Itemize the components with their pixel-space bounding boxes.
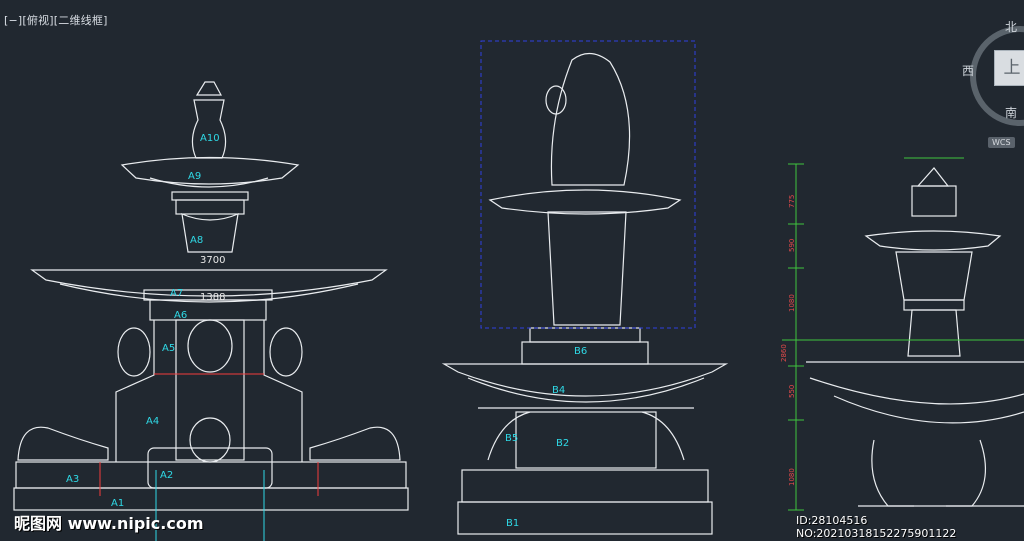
- dimension-3700: 3700: [200, 255, 225, 266]
- label-a6: A6: [174, 310, 187, 321]
- label-a2: A2: [160, 470, 173, 481]
- dimension-590: 590: [788, 239, 796, 252]
- label-a4: A4: [146, 416, 159, 427]
- label-a5: A5: [162, 343, 175, 354]
- dimension-1080-lower: 1080: [788, 468, 796, 486]
- label-b5: B5: [505, 433, 518, 444]
- cad-drawing-canvas[interactable]: A10 A9 A8 A7 A6 A5 A4 A3 A2 A1 3700 1388: [0, 0, 1024, 541]
- watermark-id: ID:28104516 NO:20210318152275901122: [796, 514, 957, 540]
- viewcube-top-face[interactable]: 上: [994, 50, 1024, 86]
- dimension-1080-upper: 1080: [788, 294, 796, 312]
- compass-north[interactable]: 北: [1005, 18, 1017, 35]
- watermark-logo: 昵图网 www.nipic.com: [14, 514, 204, 533]
- label-a8: A8: [190, 235, 203, 246]
- right-fountain-elevation: [806, 167, 1024, 507]
- middle-fountain-elevation: [441, 52, 729, 535]
- compass-west[interactable]: 西: [962, 62, 974, 79]
- dimension-550: 550: [788, 385, 796, 398]
- label-b4: B4: [552, 385, 565, 396]
- label-a10: A10: [200, 133, 220, 144]
- dimension-2860: 2860: [780, 344, 788, 362]
- left-part-labels: A10 A9 A8 A7 A6 A5 A4 A3 A2 A1 3700 1388: [66, 133, 225, 509]
- left-red-guides: [99, 373, 319, 496]
- label-b6: B6: [574, 346, 587, 357]
- wcs-menu-button[interactable]: WCS: [988, 137, 1015, 148]
- dimension-1388: 1388: [200, 292, 225, 303]
- label-b2: B2: [556, 438, 569, 449]
- right-dimension-lines: [782, 157, 1024, 511]
- label-a7: A7: [170, 288, 183, 299]
- dimension-775: 775: [788, 195, 796, 208]
- compass-south[interactable]: 南: [1005, 104, 1017, 121]
- label-a1: A1: [111, 498, 124, 509]
- label-a3: A3: [66, 474, 79, 485]
- viewcube[interactable]: 北 西 上 南: [958, 18, 1024, 128]
- label-b1: B1: [506, 518, 519, 529]
- label-a9: A9: [188, 171, 201, 182]
